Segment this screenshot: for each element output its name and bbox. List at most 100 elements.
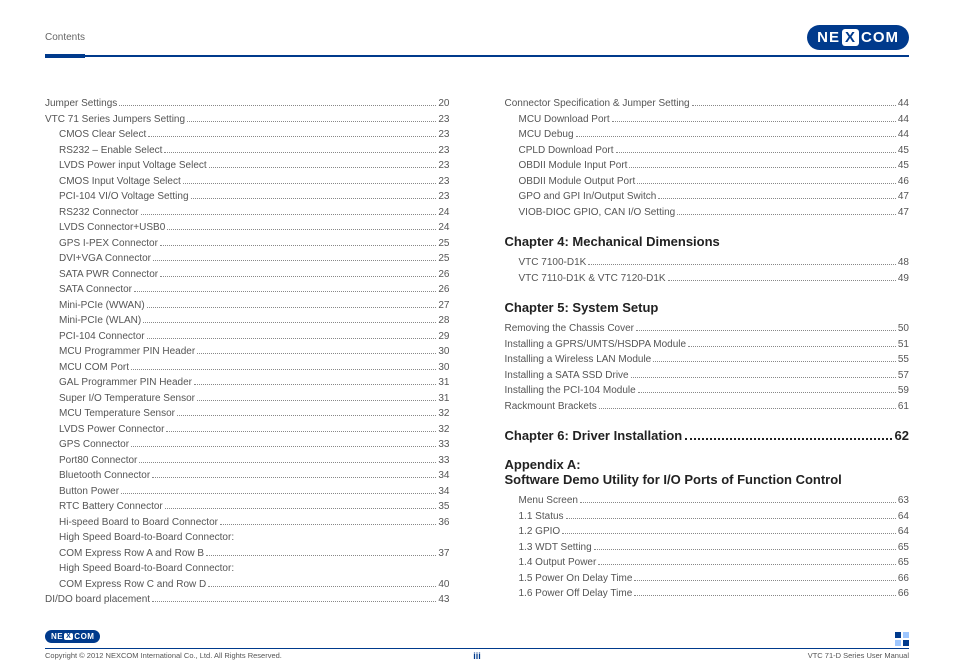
toc-entry: MCU Download Port 44	[505, 112, 910, 128]
toc-page: 23	[438, 158, 449, 174]
toc-entry: High Speed Board-to-Board Connector:	[45, 530, 450, 546]
toc-entry: MCU Debug44	[505, 127, 910, 143]
toc-label: Installing the PCI-104 Module	[505, 383, 636, 399]
toc-entry: Mini-PCIe (WLAN)28	[45, 313, 450, 329]
toc-entry: VTC 7100-D1K48	[505, 255, 910, 271]
toc-entry: 1.3 WDT Setting65	[505, 540, 910, 556]
toc-page: 43	[438, 592, 449, 608]
toc-entry: CMOS Input Voltage Select 23	[45, 174, 450, 190]
toc-label: RS232 – Enable Select	[59, 143, 162, 159]
toc-page: 23	[438, 189, 449, 205]
toc-label: 1.5 Power On Delay Time	[519, 571, 633, 587]
footer-squares-icon	[895, 632, 909, 646]
toc-entry: VTC 71 Series Jumpers Setting23	[45, 112, 450, 128]
toc-label: OBDII Module Input Port	[519, 158, 628, 174]
toc-entry: MCU Temperature Sensor 32	[45, 406, 450, 422]
toc-entry: Button Power 34	[45, 484, 450, 500]
toc-label: Rackmount Brackets	[505, 399, 597, 415]
toc-entry: MCU Programmer PIN Header30	[45, 344, 450, 360]
toc-page: 24	[438, 220, 449, 236]
toc-entry: Hi-speed Board to Board Connector36	[45, 515, 450, 531]
toc-entry: LVDS Connector+USB024	[45, 220, 450, 236]
toc-label: RTC Battery Connector	[59, 499, 163, 515]
toc-page: 65	[898, 555, 909, 571]
brand-logo: NE X COM	[807, 25, 909, 50]
toc-page: 28	[438, 313, 449, 329]
toc-page: 37	[438, 546, 449, 562]
toc-page: 64	[898, 509, 909, 525]
chapter-heading: Chapter 5: System Setup	[505, 300, 910, 315]
toc-page: 49	[898, 271, 909, 287]
toc-label: Menu Screen	[519, 493, 578, 509]
toc-page: 66	[898, 586, 909, 602]
toc-page: 55	[898, 352, 909, 368]
toc-label: MCU Debug	[519, 127, 574, 143]
toc-entry: GPS I-PEX Connector25	[45, 236, 450, 252]
toc-column-right: Connector Specification & Jumper Setting…	[505, 96, 910, 608]
toc-page: 44	[898, 112, 909, 128]
toc-label: GPS Connector	[59, 437, 129, 453]
toc-entry: 1.4 Output Power65	[505, 555, 910, 571]
toc-label: Super I/O Temperature Sensor	[59, 391, 195, 407]
toc-page: 57	[898, 368, 909, 384]
toc-label: DVI+VGA Connector	[59, 251, 151, 267]
toc-entry: GPS Connector33	[45, 437, 450, 453]
toc-label: RS232 Connector	[59, 205, 139, 221]
toc-page: 46	[898, 174, 909, 190]
toc-label: SATA Connector	[59, 282, 132, 298]
toc-entry: RS232 Connector24	[45, 205, 450, 221]
toc-entry: RTC Battery Connector35	[45, 499, 450, 515]
toc-page: 47	[898, 189, 909, 205]
toc-label: Installing a SATA SSD Drive	[505, 368, 629, 384]
toc-page: 47	[898, 205, 909, 221]
toc-label: Removing the Chassis Cover	[505, 321, 635, 337]
toc-entry: Removing the Chassis Cover 50	[505, 321, 910, 337]
toc-entry: DVI+VGA Connector 25	[45, 251, 450, 267]
toc-page: 31	[438, 375, 449, 391]
toc-label: Hi-speed Board to Board Connector	[59, 515, 218, 531]
toc-entry: Mini-PCIe (WWAN)27	[45, 298, 450, 314]
toc-label: CMOS Input Voltage Select	[59, 174, 181, 190]
toc-entry: 1.6 Power Off Delay Time66	[505, 586, 910, 602]
toc-entry: PCI-104 VI/O Voltage Setting23	[45, 189, 450, 205]
toc-label: CPLD Download Port	[519, 143, 614, 159]
toc-label: GPO and GPI In/Output Switch	[519, 189, 657, 205]
toc-page: 25	[438, 251, 449, 267]
toc-page: 65	[898, 540, 909, 556]
toc-label: MCU COM Port	[59, 360, 129, 376]
toc-column-left: Jumper Settings20VTC 71 Series Jumpers S…	[45, 96, 450, 608]
toc-page: 23	[438, 127, 449, 143]
brand-text-post: COM	[861, 29, 899, 46]
toc-entry: LVDS Power Connector32	[45, 422, 450, 438]
toc-label: LVDS Power input Voltage Select	[59, 158, 207, 174]
toc-page: 50	[898, 321, 909, 337]
toc-label: Installing a GPRS/UMTS/HSDPA Module	[505, 337, 687, 353]
toc-entry: MCU COM Port30	[45, 360, 450, 376]
toc-entry: Bluetooth Connector34	[45, 468, 450, 484]
toc-entry: Port80 Connector33	[45, 453, 450, 469]
toc-page: 26	[438, 282, 449, 298]
toc-label: Jumper Settings	[45, 96, 117, 112]
toc-label: Mini-PCIe (WWAN)	[59, 298, 145, 314]
toc-entry: LVDS Power input Voltage Select 23	[45, 158, 450, 174]
toc-page: 23	[438, 174, 449, 190]
toc-entry: Rackmount Brackets61	[505, 399, 910, 415]
toc-page: 23	[438, 112, 449, 128]
section-label: Contents	[45, 32, 85, 43]
toc-entry: GAL Programmer PIN Header31	[45, 375, 450, 391]
toc-page: 25	[438, 236, 449, 252]
toc-label: MCU Programmer PIN Header	[59, 344, 195, 360]
toc-page: 34	[438, 484, 449, 500]
toc-entry: DI/DO board placement43	[45, 592, 450, 608]
toc-page: 48	[898, 255, 909, 271]
toc-label: MCU Download Port	[519, 112, 610, 128]
toc-label: MCU Temperature Sensor	[59, 406, 175, 422]
header-rule	[45, 54, 909, 58]
toc-page: 45	[898, 143, 909, 159]
toc-label: PCI-104 Connector	[59, 329, 145, 345]
toc-page: 32	[438, 406, 449, 422]
toc-entry: OBDII Module Input Port45	[505, 158, 910, 174]
toc-label: Button Power	[59, 484, 119, 500]
toc-page: 40	[438, 577, 449, 593]
toc-label: VIOB-DIOC GPIO, CAN I/O Setting	[519, 205, 676, 221]
